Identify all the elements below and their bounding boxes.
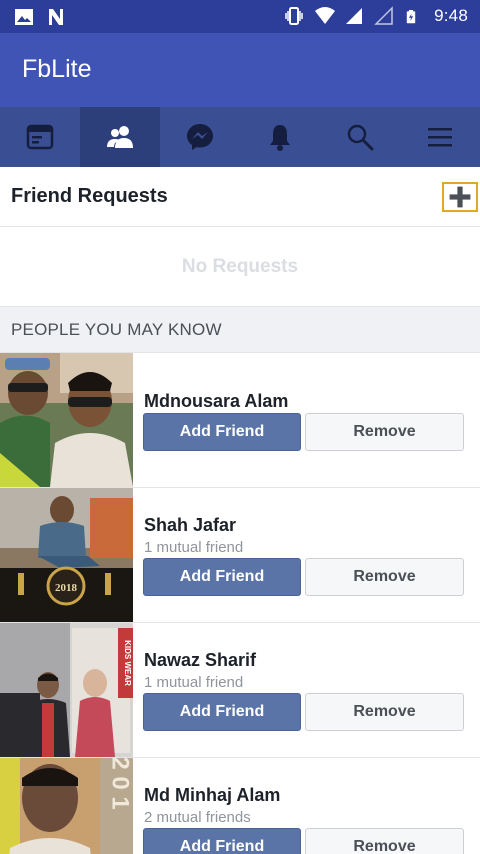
- signal-icon: [344, 6, 364, 26]
- mutual-friends[interactable]: 1 mutual friend: [144, 674, 243, 691]
- avatar[interactable]: KIDS WEAR: [0, 623, 133, 757]
- add-friend-button[interactable]: Add Friend: [143, 828, 301, 854]
- add-friend-button[interactable]: Add Friend: [143, 413, 301, 451]
- remove-button[interactable]: Remove: [305, 828, 464, 854]
- tab-notifications[interactable]: [240, 107, 320, 167]
- menu-icon: [428, 128, 452, 147]
- wifi-icon: [314, 6, 336, 26]
- list-item: 2 0 1 Md Minhaj Alam 2 mutual friends Ad…: [0, 758, 480, 854]
- remove-button[interactable]: Remove: [305, 558, 464, 596]
- tab-menu[interactable]: [400, 107, 480, 167]
- person-name[interactable]: Nawaz Sharif: [144, 650, 256, 671]
- add-friend-button[interactable]: Add Friend: [143, 558, 301, 596]
- list-item: 2018 Shah Jafar 1 mutual friend Add Frie…: [0, 488, 480, 623]
- image-icon: [14, 7, 34, 27]
- tab-messenger[interactable]: [160, 107, 240, 167]
- plus-icon: [449, 186, 471, 208]
- person-name[interactable]: Md Minhaj Alam: [144, 785, 280, 806]
- app-title: FbLite: [22, 55, 92, 83]
- battery-charging-icon: [404, 6, 424, 26]
- n-icon: [46, 7, 66, 27]
- search-icon: [347, 124, 374, 151]
- tab-search[interactable]: [320, 107, 400, 167]
- tab-friends[interactable]: [80, 107, 160, 167]
- vibrate-icon: [284, 6, 304, 26]
- mutual-friends[interactable]: 1 mutual friend: [144, 539, 243, 556]
- photo-2018-badge: 2018: [55, 582, 78, 594]
- avatar[interactable]: 2018: [0, 488, 133, 622]
- tab-news-feed[interactable]: [0, 107, 80, 167]
- avatar[interactable]: [0, 353, 133, 487]
- photo-kids-wear: KIDS WEAR: [123, 640, 132, 686]
- photo-year-digits: 2 0 1: [107, 758, 134, 810]
- remove-button[interactable]: Remove: [305, 413, 464, 451]
- person-name[interactable]: Shah Jafar: [144, 515, 236, 536]
- status-bar: 9:48: [0, 0, 480, 33]
- app-bar: FbLite: [0, 33, 480, 107]
- messenger-icon: [187, 124, 213, 150]
- pymk-title: PEOPLE YOU MAY KNOW: [11, 320, 222, 339]
- tab-nav: [0, 107, 480, 167]
- list-item: KIDS WEAR Nawaz Sharif 1 mutual friend A…: [0, 623, 480, 758]
- pymk-header: PEOPLE YOU MAY KNOW: [0, 306, 480, 353]
- friend-requests-title: Friend Requests: [11, 185, 168, 207]
- remove-button[interactable]: Remove: [305, 693, 464, 731]
- no-requests-text: No Requests: [181, 256, 299, 277]
- avatar[interactable]: 2 0 1: [0, 758, 133, 854]
- mutual-friends[interactable]: 2 mutual friends: [144, 809, 251, 826]
- news-feed-icon: [26, 124, 54, 150]
- add-friend-plus-button[interactable]: [442, 182, 478, 212]
- signal-empty-icon: [374, 6, 394, 26]
- add-friend-button[interactable]: Add Friend: [143, 693, 301, 731]
- bell-icon: [270, 125, 290, 151]
- friends-icon: [107, 126, 133, 148]
- friend-requests-header: Friend Requests: [0, 167, 480, 227]
- person-name[interactable]: Mdnousara Alam: [144, 391, 288, 412]
- status-time: 9:48: [434, 6, 468, 25]
- list-item: Mdnousara Alam Add Friend Remove: [0, 353, 480, 488]
